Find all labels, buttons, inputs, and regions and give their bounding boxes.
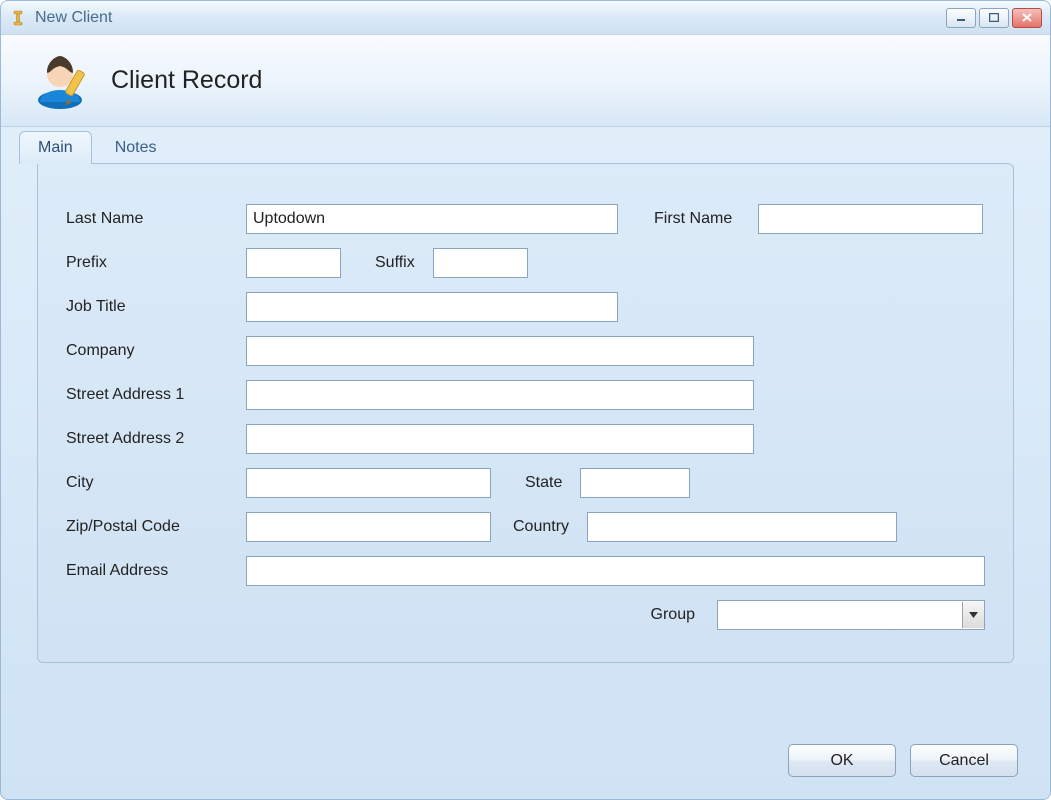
titlebar: New Client	[1, 1, 1050, 35]
country-label: Country	[491, 518, 587, 536]
client-record-icon	[35, 52, 93, 110]
street1-label: Street Address 1	[66, 386, 246, 404]
minimize-button[interactable]	[946, 8, 976, 28]
country-field[interactable]	[587, 512, 897, 542]
email-label: Email Address	[66, 562, 246, 580]
suffix-field[interactable]	[433, 248, 528, 278]
dialog-footer: OK Cancel	[788, 744, 1018, 777]
zip-field[interactable]	[246, 512, 491, 542]
tabs: Main Notes Last Name First Name Prefix S…	[1, 131, 1050, 664]
tab-main[interactable]: Main	[19, 131, 92, 164]
state-field[interactable]	[580, 468, 690, 498]
page-title: Client Record	[111, 66, 262, 95]
last-name-label: Last Name	[66, 210, 246, 228]
first-name-label: First Name	[618, 210, 758, 228]
company-field[interactable]	[246, 336, 754, 366]
zip-label: Zip/Postal Code	[66, 518, 246, 536]
chevron-down-icon	[962, 602, 984, 628]
ok-button[interactable]: OK	[788, 744, 896, 777]
job-title-field[interactable]	[246, 292, 618, 322]
street2-label: Street Address 2	[66, 430, 246, 448]
app-icon	[9, 9, 27, 27]
tab-panel-main: Last Name First Name Prefix Suffix Job T…	[37, 163, 1014, 663]
street2-field[interactable]	[246, 424, 754, 454]
street1-field[interactable]	[246, 380, 754, 410]
city-field[interactable]	[246, 468, 491, 498]
state-label: State	[491, 474, 580, 492]
company-label: Company	[66, 342, 246, 360]
close-button[interactable]	[1012, 8, 1042, 28]
group-select[interactable]	[717, 600, 985, 630]
header: Client Record	[1, 35, 1050, 127]
suffix-label: Suffix	[341, 254, 433, 272]
cancel-button[interactable]: Cancel	[910, 744, 1018, 777]
window-title: New Client	[35, 9, 943, 27]
prefix-field[interactable]	[246, 248, 341, 278]
tab-notes[interactable]: Notes	[96, 131, 176, 164]
city-label: City	[66, 474, 246, 492]
prefix-label: Prefix	[66, 254, 246, 272]
job-title-label: Job Title	[66, 298, 246, 316]
last-name-field[interactable]	[246, 204, 618, 234]
maximize-button[interactable]	[979, 8, 1009, 28]
group-label: Group	[651, 606, 695, 624]
email-field[interactable]	[246, 556, 985, 586]
dialog-window: New Client Client Record Main Notes	[0, 0, 1051, 800]
first-name-field[interactable]	[758, 204, 983, 234]
